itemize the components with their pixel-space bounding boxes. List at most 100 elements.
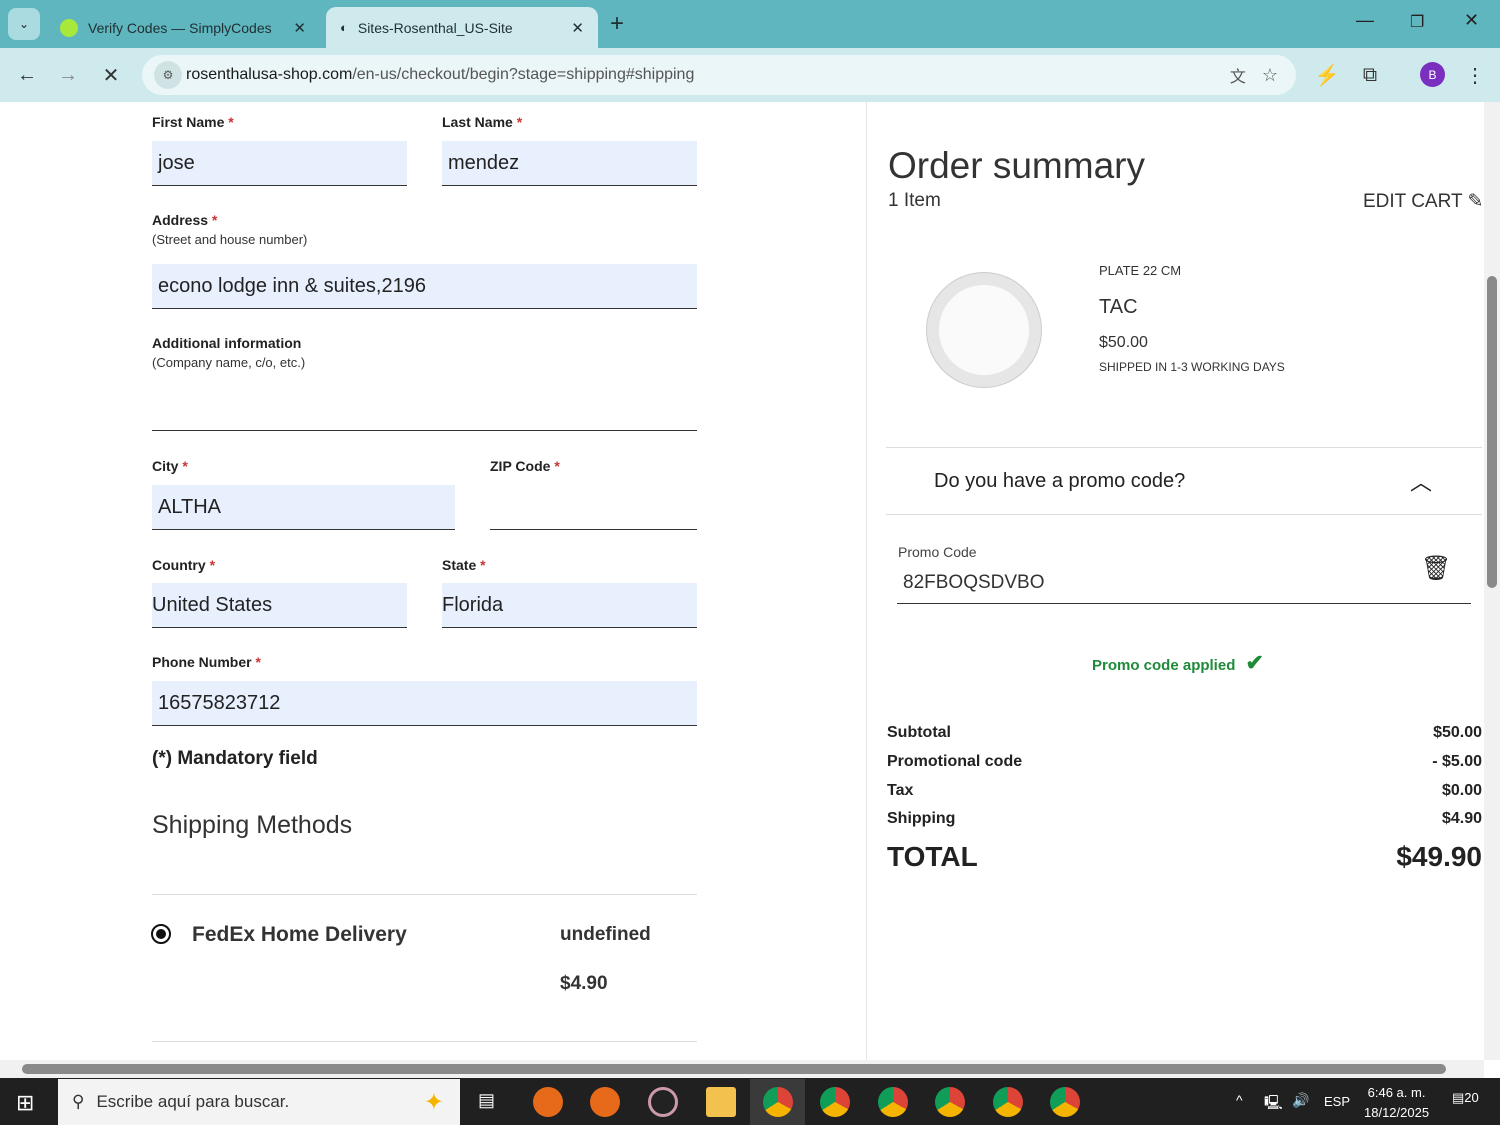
mandatory-note: (*) Mandatory field	[152, 748, 318, 769]
country-select[interactable]: United States	[152, 583, 407, 628]
site-settings-icon[interactable]: ⚙	[154, 61, 182, 89]
simplycodes-favicon-icon	[60, 18, 78, 37]
product-price: $50.00	[1099, 334, 1148, 351]
last-name-label: Last Name *	[442, 114, 523, 130]
file-explorer-icon[interactable]	[706, 1087, 736, 1117]
zip-label: ZIP Code *	[490, 458, 560, 474]
promo-accordion-toggle[interactable]: Do you have a promo code? ︿	[886, 447, 1482, 515]
close-tab-icon[interactable]: ✕	[571, 19, 584, 37]
notifications-icon[interactable]: ▤20	[1452, 1090, 1479, 1106]
tab-title: Verify Codes — SimplyCodes	[88, 19, 272, 36]
bookmark-star-icon[interactable]: ☆	[1262, 65, 1278, 86]
additional-info-label: Additional information	[152, 335, 302, 351]
promo-code-input[interactable]: 82FBOQSDVBO	[897, 563, 1471, 604]
product-category: PLATE 22 CM	[1099, 263, 1182, 278]
additional-info-input[interactable]	[152, 386, 697, 431]
order-summary-title: Order summary	[888, 145, 1145, 186]
chrome-profile-v-icon[interactable]	[820, 1087, 850, 1117]
menu-kebab-icon[interactable]: ⋮	[1460, 60, 1490, 90]
address-input[interactable]: econo lodge inn & suites,2196	[152, 264, 697, 309]
copilot-sparkle-icon: ✦	[423, 1088, 444, 1116]
promo-code-label: Promo Code	[898, 544, 977, 560]
pencil-icon: ✎	[1467, 191, 1484, 212]
panel-divider	[866, 102, 867, 1060]
product-image-plate[interactable]	[927, 273, 1041, 387]
extensions-puzzle-icon[interactable]: ⧉	[1355, 60, 1385, 90]
summary-row-promo: Promotional code - $5.00	[887, 753, 1482, 770]
summary-row-shipping: Shipping $4.90	[887, 810, 1482, 827]
promo-applied-status: Promo code applied ✔	[1092, 650, 1264, 675]
volume-icon[interactable]: 🔊	[1292, 1092, 1309, 1109]
restore-button[interactable]: ❐	[1410, 12, 1424, 32]
product-name: TAC	[1099, 296, 1138, 318]
address-label: Address *	[152, 212, 218, 228]
summary-row-subtotal: Subtotal $50.00	[887, 724, 1482, 741]
extension-icon[interactable]: ⚡	[1312, 60, 1342, 90]
translate-icon[interactable]: 文	[1230, 63, 1246, 87]
notification-count: 20	[1464, 1090, 1479, 1105]
tab-title: Sites-Rosenthal_US-Site	[357, 19, 513, 36]
edit-cart-link[interactable]: EDIT CART ✎	[1363, 190, 1483, 213]
globe-favicon-icon: ◐	[340, 20, 348, 35]
city-label: City *	[152, 458, 188, 474]
address-bar[interactable]: ⚙ rosenthalusa-shop.com/en-us/checkout/b…	[142, 55, 1296, 95]
task-view-icon[interactable]: ▤	[478, 1090, 495, 1111]
clock[interactable]: 6:46 a. m. 18/12/2025	[1364, 1083, 1429, 1123]
checkmark-icon: ✔	[1245, 650, 1264, 675]
chrome-profile-a-icon[interactable]	[1050, 1087, 1080, 1117]
chrome-profile-b-icon[interactable]	[763, 1087, 793, 1117]
fedex-radio[interactable]	[151, 924, 171, 944]
horizontal-scrollbar[interactable]	[0, 1060, 1484, 1078]
language-indicator[interactable]: ESP	[1324, 1094, 1350, 1109]
fl-studio-icon[interactable]	[533, 1087, 563, 1117]
trash-icon[interactable]: 🗑	[1421, 554, 1451, 583]
back-icon[interactable]: ←	[12, 60, 42, 90]
first-name-label: First Name *	[152, 114, 234, 130]
shipping-method-name: FedEx Home Delivery	[192, 923, 407, 946]
url-path: /en-us/checkout/begin?stage=shipping#shi…	[352, 66, 695, 83]
state-label: State *	[442, 557, 486, 573]
country-label: Country *	[152, 557, 216, 573]
phone-label: Phone Number *	[152, 654, 261, 670]
item-count: 1 Item	[888, 190, 941, 211]
city-input[interactable]: ALTHA	[152, 485, 455, 530]
windows-start-icon[interactable]: ⊞	[16, 1090, 34, 1116]
new-tab-button[interactable]: +	[610, 10, 624, 38]
fl-studio-icon[interactable]	[590, 1087, 620, 1117]
summary-total: TOTAL $49.90	[887, 841, 1482, 872]
network-icon[interactable]: 🖳	[1264, 1092, 1283, 1116]
address-hint: (Street and house number)	[152, 232, 308, 247]
search-icon: ⚲	[72, 1092, 85, 1111]
stop-loading-icon[interactable]: ✕	[96, 60, 126, 90]
taskbar-search[interactable]: ⚲ Escribe aquí para buscar. ✦	[58, 1079, 460, 1125]
minimize-button[interactable]: —	[1356, 10, 1374, 31]
chrome-profile-v-icon[interactable]	[993, 1087, 1023, 1117]
phone-input[interactable]: 16575823712	[152, 681, 697, 726]
divider	[152, 894, 697, 895]
profile-avatar[interactable]: B	[1420, 62, 1445, 87]
zip-input[interactable]	[490, 485, 697, 530]
chrome-profile-v-icon[interactable]	[935, 1087, 965, 1117]
additional-info-hint: (Company name, c/o, etc.)	[152, 355, 306, 370]
state-select[interactable]: Florida	[442, 583, 697, 628]
product-shipping-note: SHIPPED IN 1-3 WORKING DAYS	[1099, 360, 1285, 374]
first-name-input[interactable]: jose	[152, 141, 407, 186]
promo-question: Do you have a promo code?	[934, 469, 1186, 492]
tab-search-button[interactable]: ⌄	[8, 8, 40, 40]
tray-chevron-icon[interactable]: ^	[1236, 1092, 1243, 1108]
close-window-button[interactable]: ✕	[1464, 10, 1479, 31]
tab-rosenthal[interactable]: ◐ Sites-Rosenthal_US-Site ✕	[326, 7, 598, 48]
tab-verify-codes[interactable]: Verify Codes — SimplyCodes ✕	[46, 7, 320, 48]
chevron-up-icon: ︿	[1409, 470, 1432, 495]
chrome-profile-v-icon[interactable]	[878, 1087, 908, 1117]
forward-icon[interactable]: →	[53, 60, 83, 90]
close-tab-icon[interactable]: ✕	[293, 19, 306, 37]
divider	[152, 1041, 697, 1042]
shipping-methods-title: Shipping Methods	[152, 811, 353, 839]
vertical-scrollbar[interactable]	[1484, 102, 1500, 1060]
shipping-method-price: $4.90	[560, 973, 608, 994]
search-placeholder: Escribe aquí para buscar.	[96, 1092, 290, 1111]
last-name-input[interactable]: mendez	[442, 141, 697, 186]
shipping-method-eta: undefined	[560, 924, 651, 945]
media-player-icon[interactable]	[648, 1087, 678, 1117]
